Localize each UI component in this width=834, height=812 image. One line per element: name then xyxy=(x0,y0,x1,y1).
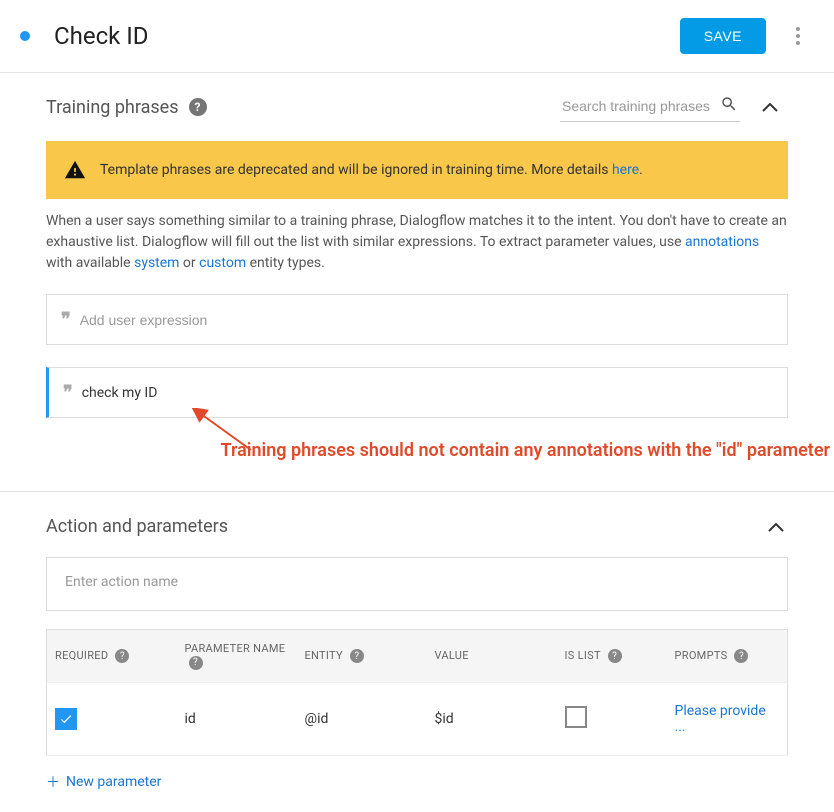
help-icon[interactable]: ? xyxy=(350,649,364,663)
status-dot xyxy=(20,31,30,41)
annotation-overlay: Training phrases should not contain any … xyxy=(46,440,788,461)
add-phrase-row: ❞ xyxy=(46,294,788,345)
help-icon[interactable]: ? xyxy=(115,649,129,663)
param-name-cell[interactable]: id xyxy=(177,682,297,755)
col-name: PARAMETER NAME xyxy=(185,642,286,655)
help-icon[interactable]: ? xyxy=(189,98,207,116)
warning-link[interactable]: here xyxy=(612,162,639,178)
help-icon[interactable]: ? xyxy=(608,649,622,663)
section-divider xyxy=(0,491,834,492)
search-icon[interactable] xyxy=(720,95,738,117)
header-bar: Check ID SAVE xyxy=(0,0,834,73)
training-section-header: Training phrases ? xyxy=(46,89,788,125)
page-title: Check ID xyxy=(54,22,680,50)
table-row[interactable]: id @id $id Please provide ... xyxy=(47,682,788,755)
action-section-header: Action and parameters xyxy=(46,516,788,537)
save-button[interactable]: SAVE xyxy=(680,18,766,54)
training-phrase-row[interactable]: ❞ check my ID xyxy=(46,367,788,418)
new-parameter-button[interactable]: ＋ New parameter xyxy=(46,772,161,792)
search-wrap xyxy=(560,93,740,122)
annotations-link[interactable]: annotations xyxy=(685,234,759,250)
action-name-input[interactable] xyxy=(46,557,788,611)
add-phrase-input[interactable] xyxy=(80,312,773,328)
search-input[interactable] xyxy=(562,98,720,114)
annotation-text: Training phrases should not contain any … xyxy=(46,440,830,461)
required-checkbox[interactable] xyxy=(55,708,77,730)
col-entity: ENTITY xyxy=(305,649,343,662)
custom-link[interactable]: custom xyxy=(199,255,246,271)
prompt-link[interactable]: Please provide ... xyxy=(675,703,766,735)
collapse-training-button[interactable] xyxy=(752,89,788,125)
param-entity-cell[interactable]: @id xyxy=(297,682,427,755)
col-required: REQUIRED xyxy=(55,649,108,662)
param-value-cell[interactable]: $id xyxy=(427,682,557,755)
islist-checkbox[interactable] xyxy=(565,706,587,728)
col-value: VALUE xyxy=(435,649,469,662)
more-menu-button[interactable] xyxy=(786,24,810,48)
quote-icon: ❞ xyxy=(61,309,68,330)
collapse-action-button[interactable] xyxy=(768,517,788,536)
col-prompts: PROMPTS xyxy=(675,649,728,662)
training-section-title: Training phrases xyxy=(46,97,179,118)
action-section-title: Action and parameters xyxy=(46,516,768,537)
warning-icon xyxy=(64,159,86,181)
phrase-text: check my ID xyxy=(82,385,158,401)
deprecation-warning: Template phrases are deprecated and will… xyxy=(46,141,788,199)
training-help-text: When a user says something similar to a … xyxy=(46,211,788,274)
col-islist: IS LIST xyxy=(565,649,601,662)
help-icon[interactable]: ? xyxy=(189,656,203,670)
help-icon[interactable]: ? xyxy=(734,649,748,663)
system-link[interactable]: system xyxy=(134,255,179,271)
quote-icon: ❞ xyxy=(63,382,70,403)
warning-text: Template phrases are deprecated and will… xyxy=(100,162,612,178)
parameters-table: REQUIRED ? PARAMETER NAME ? ENTITY ? VAL… xyxy=(46,629,788,756)
